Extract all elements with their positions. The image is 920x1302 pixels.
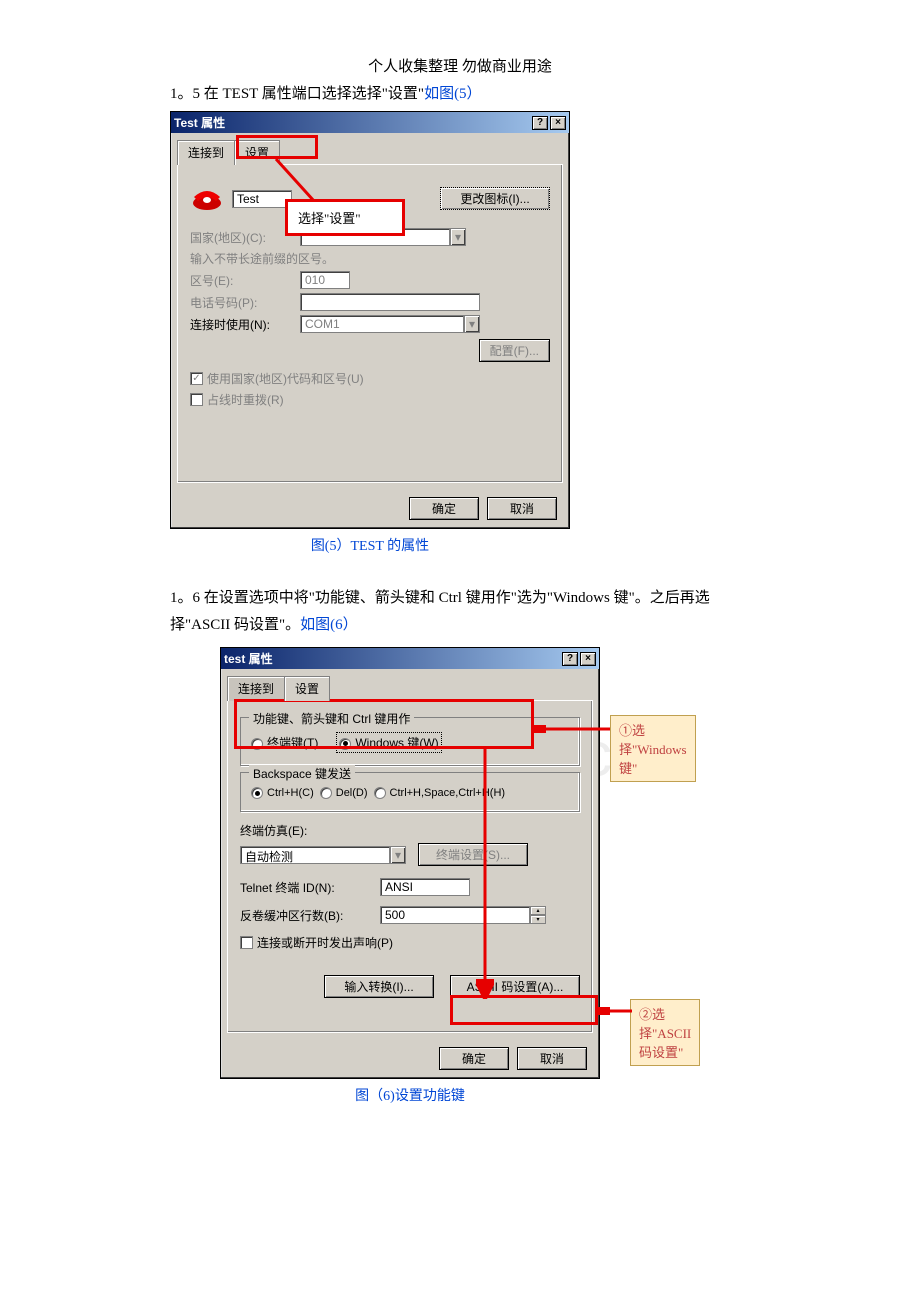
close-button[interactable]: × [580, 652, 596, 666]
radio-terminal-key[interactable]: 终端键(T) [251, 734, 318, 751]
country-label: 国家(地区)(C): [190, 229, 300, 246]
use-country-label: 使用国家(地区)代码和区号(U) [207, 370, 364, 387]
connect-using-label: 连接时使用(N): [190, 316, 300, 333]
country-hint: 输入不带长途前缀的区号。 [190, 250, 550, 267]
redial-checkbox [190, 393, 203, 406]
dialog1-wrap: Test 属性 ? × 连接到 设置 Test 更改图标(I)... [170, 111, 570, 529]
dialog1-footer: 确定 取消 [171, 489, 569, 528]
group-backspace: Backspace 键发送 Ctrl+H(C) Del(D) Ctrl+H,Sp… [240, 772, 580, 812]
use-country-checkbox: ✓ [190, 372, 203, 385]
radio-terminal-label: 终端键(T) [267, 736, 318, 750]
radio-windows-label: Windows 键(W) [355, 736, 438, 750]
connect-dropdown-icon[interactable]: ▾ [464, 315, 480, 333]
step-2-link: 如图(6） [300, 617, 358, 633]
dialog1-tabs: 连接到 设置 [171, 133, 569, 164]
area-input: 010 [300, 271, 350, 289]
tab-connect[interactable]: 连接到 [227, 676, 285, 701]
radio-ctrlh-space[interactable]: Ctrl+H,Space,Ctrl+H(H) [374, 787, 506, 799]
buffer-lines-label: 反卷缓冲区行数(B): [240, 907, 380, 924]
dialog1-titlebar: Test 属性 ? × [171, 112, 569, 133]
dialog2-title: test 属性 [224, 650, 273, 667]
dialog2-panel: 功能键、箭头键和 Ctrl 键用作 终端键(T) Windows 键(W) Ba… [227, 700, 593, 1033]
callout-select-settings: 选择"设置" [285, 199, 405, 236]
ascii-settings-button[interactable]: ASCII 码设置(A)... [450, 975, 580, 998]
step-1-link: 如图(5） [424, 86, 482, 102]
tab-settings[interactable]: 设置 [234, 140, 280, 165]
dialog1: Test 属性 ? × 连接到 设置 Test 更改图标(I)... [170, 111, 570, 529]
change-icon-button[interactable]: 更改图标(I)... [440, 187, 550, 210]
radio-ctrlh[interactable]: Ctrl+H(C) [251, 787, 314, 799]
phone-label: 电话号码(P): [190, 294, 300, 311]
help-button[interactable]: ? [532, 116, 548, 130]
emulation-label: 终端仿真(E): [240, 822, 307, 839]
dialog2-titlebar: test 属性 ? × [221, 648, 599, 669]
ok-button[interactable]: 确定 [409, 497, 479, 520]
bs-opt2-label: Del(D) [336, 787, 368, 799]
callout-windows-key: ①选择"Windows 键" [610, 715, 696, 782]
emulation-dropdown-icon[interactable]: ▾ [390, 846, 406, 864]
step-1-text: 1。5 在 TEST 属性端口选择选择"设置"如图(5） [170, 82, 840, 103]
group-func-keys: 功能键、箭头键和 Ctrl 键用作 终端键(T) Windows 键(W) [240, 717, 580, 766]
country-dropdown-icon: ▾ [450, 228, 466, 246]
tab-connect[interactable]: 连接到 [177, 140, 235, 165]
group-func-legend: 功能键、箭头键和 Ctrl 键用作 [249, 710, 414, 727]
phone-icon [190, 183, 224, 214]
area-label: 区号(E): [190, 272, 300, 289]
close-button[interactable]: × [550, 116, 566, 130]
page: 个人收集整理 勿做商业用途 1。5 在 TEST 属性端口选择选择"设置"如图(… [0, 0, 920, 1145]
tab-settings[interactable]: 设置 [284, 676, 330, 701]
phone-input [300, 293, 480, 311]
beep-checkbox[interactable] [240, 936, 253, 949]
dialog2-tabs: 连接到 设置 [221, 669, 599, 700]
buffer-spinner[interactable]: ▴▾ [530, 906, 546, 924]
help-button[interactable]: ? [562, 652, 578, 666]
connection-name-input[interactable]: Test [232, 190, 292, 208]
beep-label: 连接或断开时发出声响(P) [257, 934, 393, 951]
arrow-to-callout2 [596, 1007, 634, 1015]
cancel-button[interactable]: 取消 [487, 497, 557, 520]
step-1-prefix: 1。5 在 TEST 属性端口选择选择"设置" [170, 86, 424, 102]
dialog2-footer: 确定 取消 [221, 1039, 599, 1078]
ok-button[interactable]: 确定 [439, 1047, 509, 1070]
step-2-text: 1。6 在设置选项中将"功能键、箭头键和 Ctrl 键用作"选为"Windows… [170, 585, 750, 639]
telnet-id-label: Telnet 终端 ID(N): [240, 879, 380, 896]
redial-label: 占线时重拨(R) [207, 391, 284, 408]
dialog2: test 属性 ? × 连接到 设置 功能键、箭头键和 Ctrl 键用作 终端键… [220, 647, 600, 1079]
input-translation-button[interactable]: 输入转换(I)... [324, 975, 434, 998]
step-2-line-a: 1。6 在设置选项中将"功能键、箭头键和 Ctrl 键用作"选为"Windows… [170, 590, 710, 606]
callout-ascii-setting: ②选择"ASCII 码设置" [630, 999, 700, 1066]
terminal-setup-button: 终端设置(S)... [418, 843, 528, 866]
step-2-line-b: 择"ASCII 码设置"。 [170, 617, 300, 633]
connect-using-select[interactable]: COM1 [300, 315, 464, 333]
telnet-id-input[interactable]: ANSI [380, 878, 470, 896]
configure-button: 配置(F)... [479, 339, 550, 362]
dialog1-title: Test 属性 [174, 114, 225, 131]
group-backspace-legend: Backspace 键发送 [249, 765, 355, 782]
buffer-lines-input[interactable]: 500 [380, 906, 530, 924]
figure-6-caption: 图（6)设置功能键 [220, 1085, 600, 1105]
figure-5-caption: 图(5）TEST 的属性 [170, 535, 570, 555]
bs-opt1-label: Ctrl+H(C) [267, 787, 314, 799]
emulation-select[interactable]: 自动检测 [240, 846, 390, 864]
cancel-button[interactable]: 取消 [517, 1047, 587, 1070]
radio-windows-key[interactable]: Windows 键(W) [336, 732, 441, 753]
header-note: 个人收集整理 勿做商业用途 [80, 55, 840, 76]
radio-del[interactable]: Del(D) [320, 787, 368, 799]
bs-opt3-label: Ctrl+H,Space,Ctrl+H(H) [390, 787, 506, 799]
dialog2-wrap: test 属性 ? × 连接到 设置 功能键、箭头键和 Ctrl 键用作 终端键… [220, 647, 600, 1079]
